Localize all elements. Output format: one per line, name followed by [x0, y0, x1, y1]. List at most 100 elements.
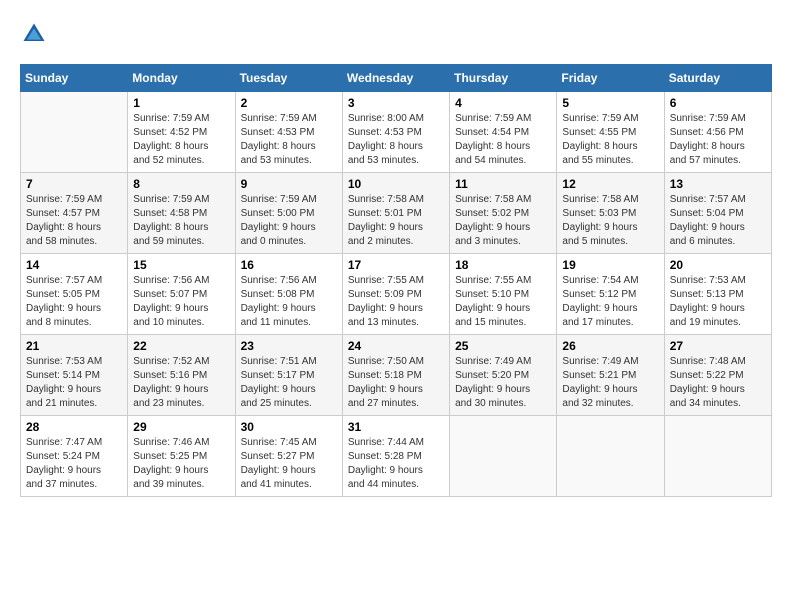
weekday-header-monday: Monday: [128, 65, 235, 92]
calendar-cell: 13 Sunrise: 7:57 AMSunset: 5:04 PMDayligh…: [664, 173, 771, 254]
calendar-cell: 5 Sunrise: 7:59 AMSunset: 4:55 PMDaylight…: [557, 92, 664, 173]
calendar-cell: 16Sunrise: 7:56 AMSunset: 5:08 PMDayligh…: [235, 254, 342, 335]
calendar-cell: 14 Sunrise: 7:57 AMSunset: 5:05 PMDayligh…: [21, 254, 128, 335]
sun-info: Sunrise: 7:45 AMSunset: 5:27 PMDaylight:…: [241, 436, 337, 492]
day-number: 23: [241, 339, 337, 353]
day-number: 18: [455, 258, 551, 272]
calendar-cell: 17 Sunrise: 7:55 AMSunset: 5:09 PMDayligh…: [342, 254, 449, 335]
calendar-cell: 26 Sunrise: 7:49 AMSunset: 5:21 PMDayligh…: [557, 335, 664, 416]
sun-info: Sunrise: 7:49 AMSunset: 5:20 PMDaylight:…: [455, 355, 551, 411]
weekday-header-friday: Friday: [557, 65, 664, 92]
calendar-cell: 2Sunrise: 7:59 AMSunset: 4:53 PMDaylight…: [235, 92, 342, 173]
calendar-cell: 21Sunrise: 7:53 AMSunset: 5:14 PMDayligh…: [21, 335, 128, 416]
page-header: [20, 20, 772, 48]
sun-info: Sunrise: 7:55 AMSunset: 5:09 PMDaylight:…: [348, 274, 444, 330]
day-number: 21: [26, 339, 122, 353]
sun-info: Sunrise: 7:58 AMSunset: 5:03 PMDaylight:…: [562, 193, 658, 249]
calendar-table: SundayMondayTuesdayWednesdayThursdayFrid…: [20, 64, 772, 497]
logo-icon: [20, 20, 48, 48]
day-number: 11: [455, 177, 551, 191]
sun-info: Sunrise: 7:59 AMSunset: 4:53 PMDaylight:…: [241, 112, 337, 168]
sun-info: Sunrise: 7:46 AMSunset: 5:25 PMDaylight:…: [133, 436, 229, 492]
day-number: 13: [670, 177, 766, 191]
day-number: 12: [562, 177, 658, 191]
weekday-header-saturday: Saturday: [664, 65, 771, 92]
calendar-cell: 10 Sunrise: 7:58 AMSunset: 5:01 PMDayligh…: [342, 173, 449, 254]
sun-info: Sunrise: 7:59 AMSunset: 5:00 PMDaylight:…: [241, 193, 337, 249]
sun-info: Sunrise: 7:59 AMSunset: 4:57 PMDaylight:…: [26, 193, 122, 249]
calendar-cell: [21, 92, 128, 173]
day-number: 29: [133, 420, 229, 434]
day-number: 31: [348, 420, 444, 434]
calendar-cell: [450, 416, 557, 497]
calendar-week-row: 14 Sunrise: 7:57 AMSunset: 5:05 PMDayligh…: [21, 254, 772, 335]
sun-info: Sunrise: 7:51 AMSunset: 5:17 PMDaylight:…: [241, 355, 337, 411]
calendar-week-row: 7 Sunrise: 7:59 AMSunset: 4:57 PMDaylight…: [21, 173, 772, 254]
day-number: 19: [562, 258, 658, 272]
calendar-cell: 28 Sunrise: 7:47 AMSunset: 5:24 PMDayligh…: [21, 416, 128, 497]
sun-info: Sunrise: 7:59 AMSunset: 4:52 PMDaylight:…: [133, 112, 229, 168]
calendar-cell: 23 Sunrise: 7:51 AMSunset: 5:17 PMDayligh…: [235, 335, 342, 416]
day-number: 15: [133, 258, 229, 272]
day-number: 6: [670, 96, 766, 110]
day-number: 7: [26, 177, 122, 191]
calendar-header: SundayMondayTuesdayWednesdayThursdayFrid…: [21, 65, 772, 92]
sun-info: Sunrise: 8:00 AMSunset: 4:53 PMDaylight:…: [348, 112, 444, 168]
calendar-cell: 20Sunrise: 7:53 AMSunset: 5:13 PMDayligh…: [664, 254, 771, 335]
calendar-cell: 1 Sunrise: 7:59 AMSunset: 4:52 PMDaylight…: [128, 92, 235, 173]
day-number: 27: [670, 339, 766, 353]
calendar-cell: 3 Sunrise: 8:00 AMSunset: 4:53 PMDaylight…: [342, 92, 449, 173]
day-number: 28: [26, 420, 122, 434]
day-number: 3: [348, 96, 444, 110]
calendar-week-row: 21Sunrise: 7:53 AMSunset: 5:14 PMDayligh…: [21, 335, 772, 416]
sun-info: Sunrise: 7:57 AMSunset: 5:05 PMDaylight:…: [26, 274, 122, 330]
day-number: 24: [348, 339, 444, 353]
sun-info: Sunrise: 7:57 AMSunset: 5:04 PMDaylight:…: [670, 193, 766, 249]
sun-info: Sunrise: 7:59 AMSunset: 4:55 PMDaylight:…: [562, 112, 658, 168]
sun-info: Sunrise: 7:59 AMSunset: 4:56 PMDaylight:…: [670, 112, 766, 168]
sun-info: Sunrise: 7:59 AMSunset: 4:54 PMDaylight:…: [455, 112, 551, 168]
calendar-cell: 22 Sunrise: 7:52 AMSunset: 5:16 PMDayligh…: [128, 335, 235, 416]
day-number: 10: [348, 177, 444, 191]
day-number: 8: [133, 177, 229, 191]
day-number: 5: [562, 96, 658, 110]
sun-info: Sunrise: 7:52 AMSunset: 5:16 PMDaylight:…: [133, 355, 229, 411]
sun-info: Sunrise: 7:48 AMSunset: 5:22 PMDaylight:…: [670, 355, 766, 411]
sun-info: Sunrise: 7:58 AMSunset: 5:02 PMDaylight:…: [455, 193, 551, 249]
calendar-cell: 19 Sunrise: 7:54 AMSunset: 5:12 PMDayligh…: [557, 254, 664, 335]
calendar-cell: 6 Sunrise: 7:59 AMSunset: 4:56 PMDaylight…: [664, 92, 771, 173]
sun-info: Sunrise: 7:50 AMSunset: 5:18 PMDaylight:…: [348, 355, 444, 411]
calendar-cell: 30 Sunrise: 7:45 AMSunset: 5:27 PMDayligh…: [235, 416, 342, 497]
calendar-week-row: 28 Sunrise: 7:47 AMSunset: 5:24 PMDayligh…: [21, 416, 772, 497]
day-number: 17: [348, 258, 444, 272]
day-number: 22: [133, 339, 229, 353]
day-number: 16: [241, 258, 337, 272]
calendar-week-row: 1 Sunrise: 7:59 AMSunset: 4:52 PMDaylight…: [21, 92, 772, 173]
sun-info: Sunrise: 7:47 AMSunset: 5:24 PMDaylight:…: [26, 436, 122, 492]
calendar-cell: 29 Sunrise: 7:46 AMSunset: 5:25 PMDayligh…: [128, 416, 235, 497]
weekday-header-tuesday: Tuesday: [235, 65, 342, 92]
calendar-cell: 25Sunrise: 7:49 AMSunset: 5:20 PMDayligh…: [450, 335, 557, 416]
day-number: 1: [133, 96, 229, 110]
weekday-header-thursday: Thursday: [450, 65, 557, 92]
calendar-cell: 8 Sunrise: 7:59 AMSunset: 4:58 PMDaylight…: [128, 173, 235, 254]
logo: [20, 20, 52, 48]
sun-info: Sunrise: 7:58 AMSunset: 5:01 PMDaylight:…: [348, 193, 444, 249]
day-number: 9: [241, 177, 337, 191]
calendar-cell: 31Sunrise: 7:44 AMSunset: 5:28 PMDayligh…: [342, 416, 449, 497]
calendar-body: 1 Sunrise: 7:59 AMSunset: 4:52 PMDaylight…: [21, 92, 772, 497]
sun-info: Sunrise: 7:54 AMSunset: 5:12 PMDaylight:…: [562, 274, 658, 330]
weekday-header-row: SundayMondayTuesdayWednesdayThursdayFrid…: [21, 65, 772, 92]
day-number: 26: [562, 339, 658, 353]
sun-info: Sunrise: 7:59 AMSunset: 4:58 PMDaylight:…: [133, 193, 229, 249]
sun-info: Sunrise: 7:55 AMSunset: 5:10 PMDaylight:…: [455, 274, 551, 330]
sun-info: Sunrise: 7:53 AMSunset: 5:13 PMDaylight:…: [670, 274, 766, 330]
calendar-cell: 27 Sunrise: 7:48 AMSunset: 5:22 PMDayligh…: [664, 335, 771, 416]
sun-info: Sunrise: 7:49 AMSunset: 5:21 PMDaylight:…: [562, 355, 658, 411]
calendar-cell: 15Sunrise: 7:56 AMSunset: 5:07 PMDayligh…: [128, 254, 235, 335]
weekday-header-wednesday: Wednesday: [342, 65, 449, 92]
day-number: 14: [26, 258, 122, 272]
calendar-cell: [557, 416, 664, 497]
calendar-cell: 24 Sunrise: 7:50 AMSunset: 5:18 PMDayligh…: [342, 335, 449, 416]
day-number: 30: [241, 420, 337, 434]
